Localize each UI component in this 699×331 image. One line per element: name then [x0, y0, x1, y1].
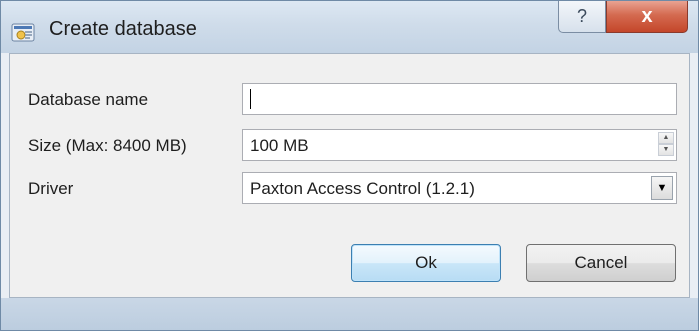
spin-up-icon[interactable]: ▲ [658, 132, 674, 144]
database-name-label: Database name [28, 90, 149, 109]
chevron-down-icon[interactable]: ▼ [651, 176, 673, 200]
dialog-body: Database name Size (Max: 8400 MB) 100 MB… [9, 53, 690, 298]
help-button[interactable]: ? [558, 1, 606, 33]
ok-button[interactable]: Ok [351, 244, 501, 282]
close-button[interactable]: x [606, 1, 688, 33]
window-frame-bottom [1, 298, 698, 330]
size-spinner[interactable]: ▲ ▼ [658, 132, 674, 158]
window-title: Create database [49, 18, 197, 40]
cancel-button[interactable]: Cancel [526, 244, 676, 282]
driver-value: Paxton Access Control (1.2.1) [250, 179, 475, 198]
database-app-icon [11, 21, 37, 43]
driver-label: Driver [28, 179, 74, 198]
text-caret [250, 89, 251, 109]
spin-down-icon[interactable]: ▼ [658, 144, 674, 156]
title-bar[interactable]: Create database ? x [1, 1, 698, 53]
size-label: Size (Max: 8400 MB) [28, 136, 187, 155]
size-value: 100 MB [250, 136, 309, 155]
database-name-field[interactable] [242, 83, 677, 115]
driver-select[interactable]: Paxton Access Control (1.2.1) ▼ [242, 172, 677, 204]
create-database-dialog: Create database ? x Database name Size (… [0, 0, 699, 331]
size-stepper[interactable]: 100 MB ▲ ▼ [242, 129, 677, 161]
